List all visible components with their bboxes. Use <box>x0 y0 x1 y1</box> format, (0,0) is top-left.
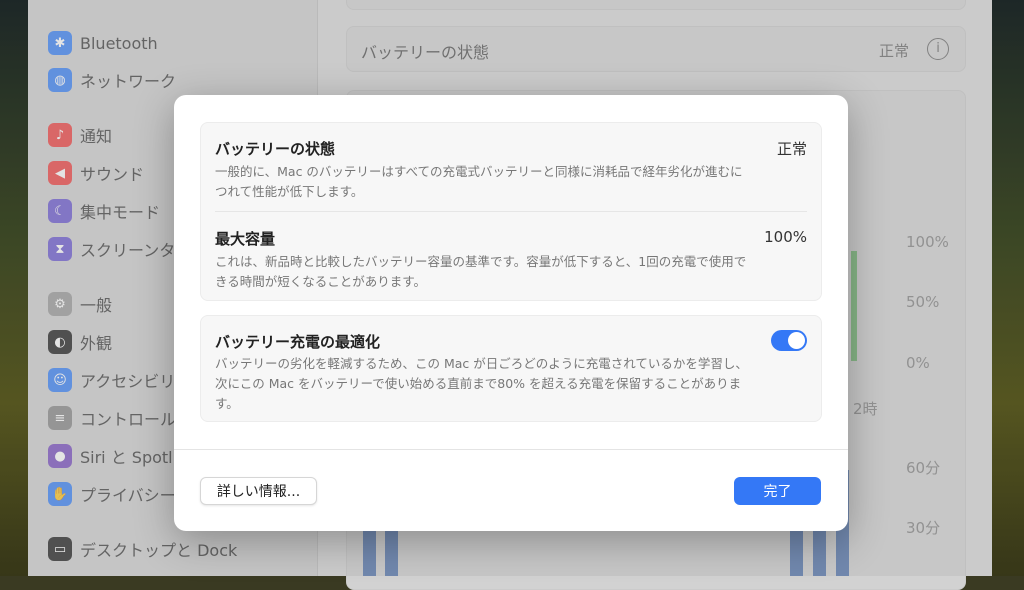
done-button[interactable]: 完了 <box>734 477 821 505</box>
more-info-button[interactable]: 詳しい情報... <box>200 477 317 505</box>
optimize-card: バッテリー充電の最適化 バッテリーの劣化を軽減するため、この Mac が日ごろど… <box>200 315 822 422</box>
optimize-toggle[interactable] <box>771 330 807 351</box>
capacity-desc: これは、新品時と比較したバッテリー容量の基準です。容量が低下すると、1回の充電で… <box>215 254 747 289</box>
health-title: バッテリーの状態 <box>215 140 336 158</box>
footer-divider <box>174 449 848 450</box>
optimize-desc: バッテリーの劣化を軽減するため、この Mac が日ごろどのように充電されているか… <box>215 356 748 411</box>
divider <box>215 211 807 212</box>
capacity-value: 100% <box>764 228 807 246</box>
optimize-title: バッテリー充電の最適化 <box>215 333 381 351</box>
health-desc: 一般的に、Mac のバッテリーはすべての充電式バッテリーと同様に消耗品で経年劣化… <box>215 164 743 199</box>
health-value: 正常 <box>776 140 807 158</box>
capacity-title: 最大容量 <box>215 230 276 248</box>
battery-info-dialog: バッテリーの状態 正常 一般的に、Mac のバッテリーはすべての充電式バッテリー… <box>174 95 848 531</box>
battery-info-card: バッテリーの状態 正常 一般的に、Mac のバッテリーはすべての充電式バッテリー… <box>200 122 822 301</box>
